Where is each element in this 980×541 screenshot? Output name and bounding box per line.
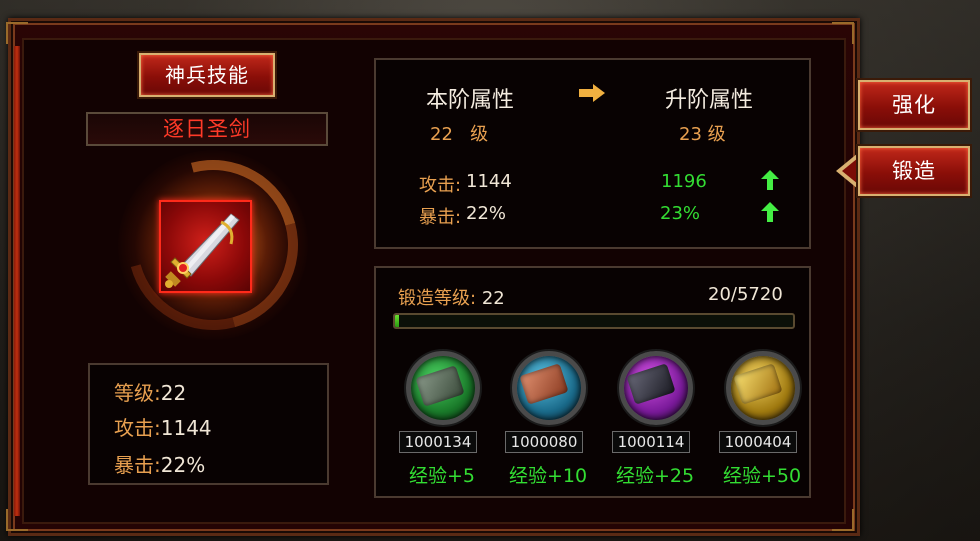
material-exp: 经验+25 <box>615 465 695 487</box>
weapon-name-plate: 逐日圣剑 <box>86 112 328 146</box>
stat-crit-label: 暴击: <box>114 453 161 477</box>
current-level-value: 22 <box>430 124 453 145</box>
increase-arrow-icon <box>761 202 779 222</box>
material-count: 1000404 <box>719 431 797 453</box>
material-count: 1000134 <box>399 431 477 453</box>
enhance-tab-button[interactable]: 强化 <box>858 80 970 130</box>
material-exp: 经验+50 <box>722 465 802 487</box>
forge-level-value: 22 <box>481 288 505 309</box>
attack-current-value: 1144 <box>466 171 512 192</box>
next-level: 23 级 <box>679 120 726 146</box>
next-tier-header: 升阶属性 <box>665 88 754 113</box>
current-level: 22 级 <box>430 120 488 146</box>
increase-arrow-icon <box>761 170 779 190</box>
forge-level: 锻造等级: 22 <box>398 284 505 310</box>
material-count: 1000114 <box>612 431 690 453</box>
stat-crit: 暴击:22% <box>114 449 205 478</box>
material-exp: 经验+10 <box>508 465 588 487</box>
corner-ornament <box>6 22 28 44</box>
stat-level-value: 22 <box>160 381 187 405</box>
material-count: 1000080 <box>505 431 583 453</box>
active-tab-indicator-inner <box>842 158 858 184</box>
stat-attack: 攻击:1144 <box>114 412 212 441</box>
next-level-unit: 级 <box>707 124 726 145</box>
attack-next-value: 1196 <box>661 171 707 192</box>
forge-progress-text: 20/5720 <box>708 284 783 305</box>
crit-label: 暴击: <box>419 207 462 228</box>
current-level-unit: 级 <box>470 124 489 145</box>
stat-attack-value: 1144 <box>160 416 212 440</box>
stat-attack-label: 攻击: <box>114 416 161 440</box>
stat-crit-value: 22% <box>160 453 206 477</box>
weapon-item-slot[interactable] <box>159 200 252 293</box>
corner-ornament <box>832 22 854 44</box>
weapon-stats-box: 等级:22 攻击:1144 暴击:22% <box>88 363 329 485</box>
crit-next-value: 23% <box>660 203 701 224</box>
forge-tab-button[interactable]: 锻造 <box>858 146 970 196</box>
next-level-value: 23 <box>679 124 702 145</box>
golden-sword-icon <box>165 213 240 288</box>
stat-level-label: 等级: <box>114 381 161 405</box>
forge-progress-fill <box>395 315 399 327</box>
window-left-rail <box>14 46 20 516</box>
attack-label: 攻击: <box>419 175 462 196</box>
corner-ornament <box>832 509 854 531</box>
divine-weapon-skill-button[interactable]: 神兵技能 <box>139 53 275 97</box>
material-exp: 经验+5 <box>408 465 475 487</box>
current-tier-header: 本阶属性 <box>426 88 515 113</box>
forge-progress-bar <box>393 313 795 329</box>
crit-current-value: 22% <box>466 203 507 224</box>
forge-level-label: 锻造等级: <box>398 288 477 309</box>
corner-ornament <box>6 509 28 531</box>
stat-level: 等级:22 <box>114 377 186 406</box>
arrow-right-icon <box>579 84 605 102</box>
